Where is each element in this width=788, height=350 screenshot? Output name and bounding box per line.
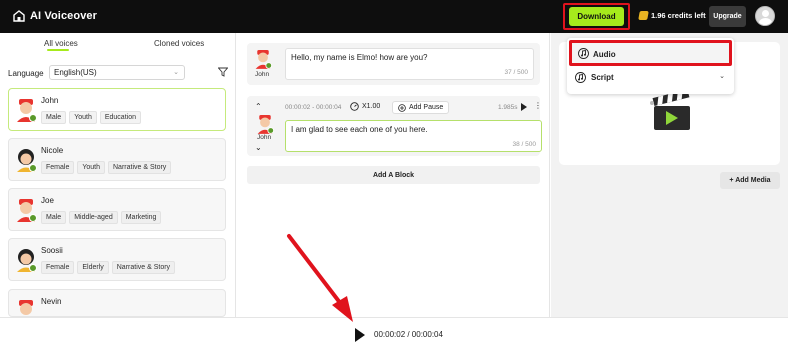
add-media-label: Add Media: [735, 177, 771, 184]
voice-avatar: [17, 199, 37, 222]
music-note-icon: [575, 72, 586, 83]
text-block-active: ⌃ John ⌄ 00:00:02 - 00:00:04 X1.00 Add P…: [247, 96, 542, 156]
voice-card-nevin[interactable]: Nevin: [8, 289, 226, 317]
credits-indicator: 1.96 credits left: [638, 11, 706, 20]
char-count: 38 / 500: [512, 141, 537, 148]
voice-tags: Female Elderly Narrative & Story: [41, 261, 176, 274]
voices-panel: All voices Cloned voices Language Englis…: [0, 33, 236, 317]
voice-tag: Male: [41, 111, 67, 124]
chevron-down-icon: ⌄: [173, 69, 179, 76]
voice-name: Nicole: [41, 146, 64, 155]
play-icon[interactable]: [355, 328, 365, 342]
voice-tag: Female: [41, 261, 75, 274]
top-bar: AI Voiceover Download 1.96 credits left …: [0, 0, 788, 33]
voice-avatar: [17, 149, 37, 172]
voice-card-nicole[interactable]: Nicole Female Youth Narrative & Story: [8, 138, 226, 181]
voice-tabs: All voices Cloned voices: [0, 33, 236, 55]
voice-avatar: [17, 249, 37, 272]
add-block-button[interactable]: Add A Block: [247, 166, 540, 184]
play-icon[interactable]: [521, 103, 527, 111]
speaker-name: John: [255, 71, 270, 78]
voice-tag: Narrative & Story: [108, 161, 172, 174]
user-avatar[interactable]: [755, 6, 775, 26]
speed-control[interactable]: X1.00: [350, 102, 380, 111]
dropdown-item-script[interactable]: Script ⌄: [575, 72, 727, 86]
voice-name: Nevin: [41, 297, 62, 306]
app-title: AI Voiceover: [30, 10, 98, 22]
language-select[interactable]: English(US) ⌄: [49, 65, 185, 80]
add-media-button[interactable]: + Add Media: [720, 172, 780, 189]
language-value: English(US): [54, 68, 97, 77]
tab-cloned-voices[interactable]: Cloned voices: [154, 39, 204, 48]
block-duration: 1.985s: [498, 104, 518, 111]
voice-tag: Education: [99, 111, 141, 124]
speaker-name: John: [257, 134, 272, 141]
voice-tag: Youth: [69, 111, 97, 124]
download-button[interactable]: Download: [569, 7, 624, 26]
move-up-icon[interactable]: ⌃: [255, 102, 262, 111]
coin-icon: [638, 11, 649, 20]
voice-card-john[interactable]: John Male Youth Education: [8, 88, 226, 131]
speed-icon: [350, 102, 359, 111]
voice-tag: Male: [41, 211, 67, 224]
player-time: 00:00:02 / 00:00:04: [374, 330, 443, 339]
credits-text: 1.96 credits left: [651, 11, 706, 20]
speaker-avatar[interactable]: [256, 114, 274, 134]
voice-avatar: [17, 99, 37, 122]
speed-value: X1.00: [362, 103, 381, 110]
language-label: Language: [8, 69, 44, 78]
speaker-avatar[interactable]: [254, 49, 272, 69]
voice-name: John: [41, 96, 59, 105]
voice-tag: Marketing: [120, 211, 162, 224]
block-text: I am glad to see each one of you here.: [291, 125, 428, 134]
voice-tag: Female: [41, 161, 75, 174]
move-down-icon[interactable]: ⌄: [255, 143, 262, 152]
music-note-icon: [578, 48, 589, 59]
voice-tags: Female Youth Narrative & Story: [41, 161, 172, 174]
voice-card-joe[interactable]: Joe Male Middle-aged Marketing: [8, 188, 226, 231]
home-icon[interactable]: [12, 9, 26, 23]
voice-card-soosii[interactable]: Soosii Female Elderly Narrative & Story: [8, 238, 226, 281]
add-pause-button[interactable]: Add Pause: [392, 101, 450, 114]
block-text: Hello, my name is Elmo! how are you?: [291, 53, 428, 62]
script-label: Script: [591, 73, 614, 82]
add-pause-label: Add Pause: [409, 104, 444, 111]
voice-tag: Narrative & Story: [111, 261, 176, 274]
tab-all-voices[interactable]: All voices: [44, 39, 78, 48]
add-icon: [398, 103, 406, 112]
voice-name: Joe: [41, 196, 54, 205]
upgrade-button[interactable]: Upgrade: [709, 6, 746, 27]
script-editor: John Hello, my name is Elmo! how are you…: [237, 33, 550, 317]
voice-tag: Youth: [77, 161, 105, 174]
filter-icon[interactable]: [218, 67, 228, 77]
voice-tag: Middle-aged: [69, 211, 118, 224]
voice-tags: Male Youth Education: [41, 111, 141, 124]
text-block: John Hello, my name is Elmo! how are you…: [247, 43, 540, 85]
voice-name: Soosii: [41, 246, 63, 255]
more-icon[interactable]: ⋮: [534, 101, 542, 110]
chevron-down-icon[interactable]: ⌄: [719, 72, 725, 80]
download-dropdown: Audio Script ⌄: [567, 38, 734, 94]
block-text-input[interactable]: I am glad to see each one of you here. 3…: [285, 120, 542, 152]
voice-tags: Male Middle-aged Marketing: [41, 211, 162, 224]
clapperboard-icon: [650, 92, 690, 130]
block-time-range: 00:00:02 - 00:00:04: [285, 104, 342, 111]
player-bar: 00:00:02 / 00:00:04: [0, 317, 788, 350]
char-count: 37 / 500: [504, 69, 529, 76]
active-tab-indicator: [47, 49, 69, 51]
voice-tag: Elderly: [77, 261, 109, 274]
audio-label: Audio: [593, 50, 616, 59]
block-text-input[interactable]: Hello, my name is Elmo! how are you? 37 …: [285, 48, 534, 80]
dropdown-item-audio[interactable]: Audio: [569, 40, 732, 66]
